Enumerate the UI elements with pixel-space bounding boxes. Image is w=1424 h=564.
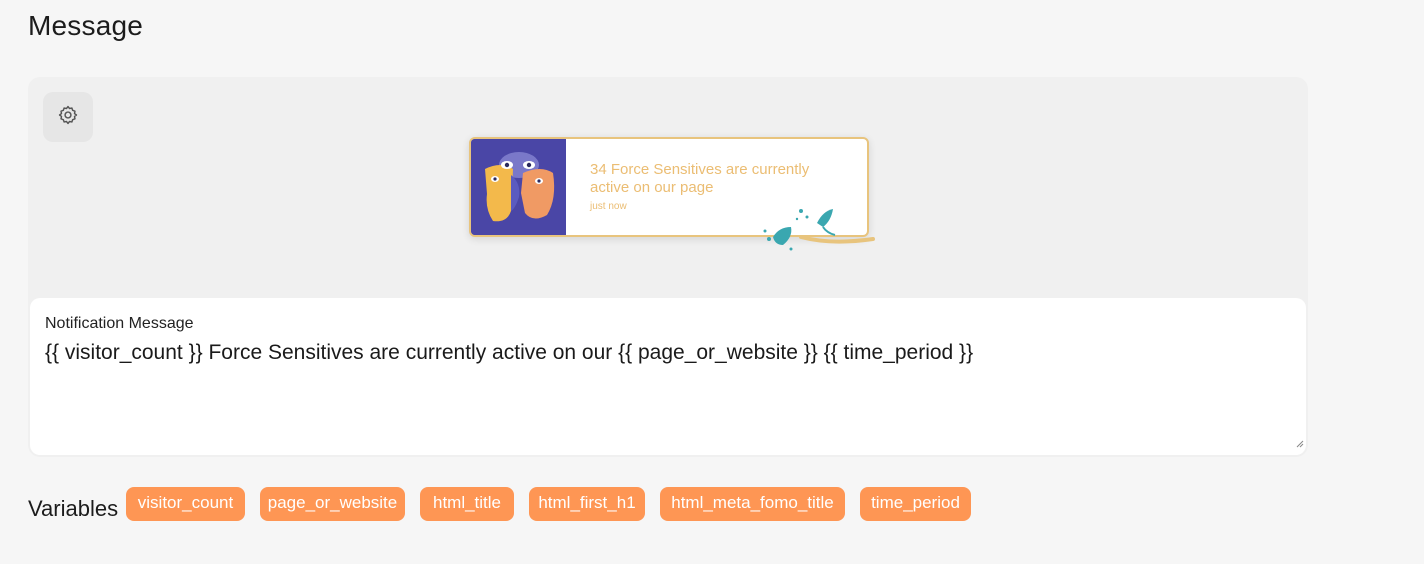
variable-chip-html-title[interactable]: html_title <box>420 487 514 521</box>
variable-chip-html-first-h1[interactable]: html_first_h1 <box>529 487 645 521</box>
variable-chip-html-meta-fomo-title[interactable]: html_meta_fomo_title <box>660 487 845 521</box>
notification-message-label: Notification Message <box>45 315 194 332</box>
notification-preview-timestamp: just now <box>590 201 627 212</box>
variable-chip-page-or-website[interactable]: page_or_website <box>260 487 405 521</box>
notification-message-textarea[interactable]: {{ visitor_count }} Force Sensitives are… <box>45 341 1285 365</box>
resize-handle-icon[interactable] <box>1294 435 1304 453</box>
notification-preview-message: 34 Force Sensitives are currently active… <box>590 161 810 196</box>
variable-chip-visitor-count[interactable]: visitor_count <box>126 487 245 521</box>
notification-preview-card: 34 Force Sensitives are currently active… <box>469 137 875 251</box>
preview-settings-button[interactable] <box>43 92 93 142</box>
variable-chip-time-period[interactable]: time_period <box>860 487 971 521</box>
gear-icon <box>57 104 79 131</box>
variables-label: Variables <box>28 496 119 521</box>
notification-image <box>471 139 566 235</box>
page-title: Message <box>28 10 144 41</box>
flower-decoration-icon <box>761 201 881 256</box>
notification-message-field[interactable]: Notification Message {{ visitor_count }}… <box>30 298 1306 455</box>
